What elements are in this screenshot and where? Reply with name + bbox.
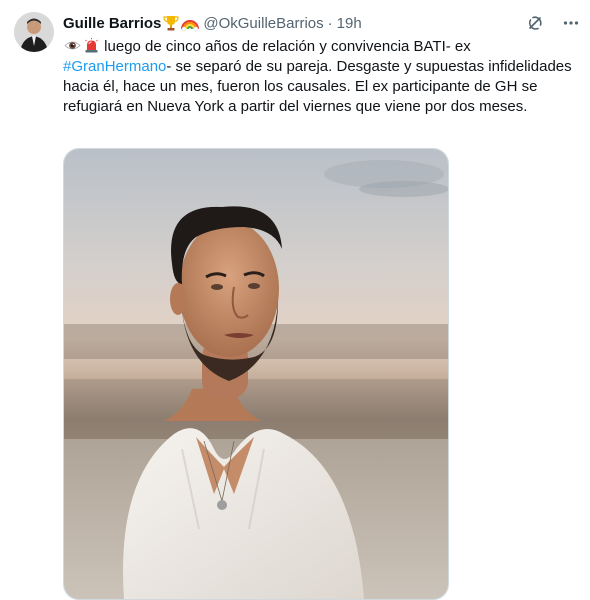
tweet-timestamp[interactable]: 19h xyxy=(337,15,362,32)
tweet-photo[interactable] xyxy=(63,148,449,600)
siren-emoji xyxy=(83,37,100,54)
author-handle[interactable]: @OkGuilleBarrios xyxy=(203,15,323,32)
tweet-actions xyxy=(526,14,580,37)
tweet-text: luego de cinco años de relación y conviv… xyxy=(63,37,583,117)
tweet-text-lead: luego de cinco años de relación y conviv… xyxy=(104,38,471,55)
author-avatar[interactable] xyxy=(14,12,54,52)
eye-emoji xyxy=(64,37,81,54)
separator-dot: · xyxy=(327,14,333,32)
hashtag-link[interactable]: #GranHermano xyxy=(63,58,166,75)
trophy-emoji xyxy=(162,14,180,32)
tweet-header: Guille Barrios @OkGuilleBarrios · 19h xyxy=(63,12,576,34)
rainbow-emoji xyxy=(181,14,200,32)
more-icon[interactable] xyxy=(562,14,580,37)
author-name[interactable]: Guille Barrios xyxy=(63,15,161,32)
grok-icon[interactable] xyxy=(526,14,544,37)
photo-image xyxy=(64,149,448,599)
